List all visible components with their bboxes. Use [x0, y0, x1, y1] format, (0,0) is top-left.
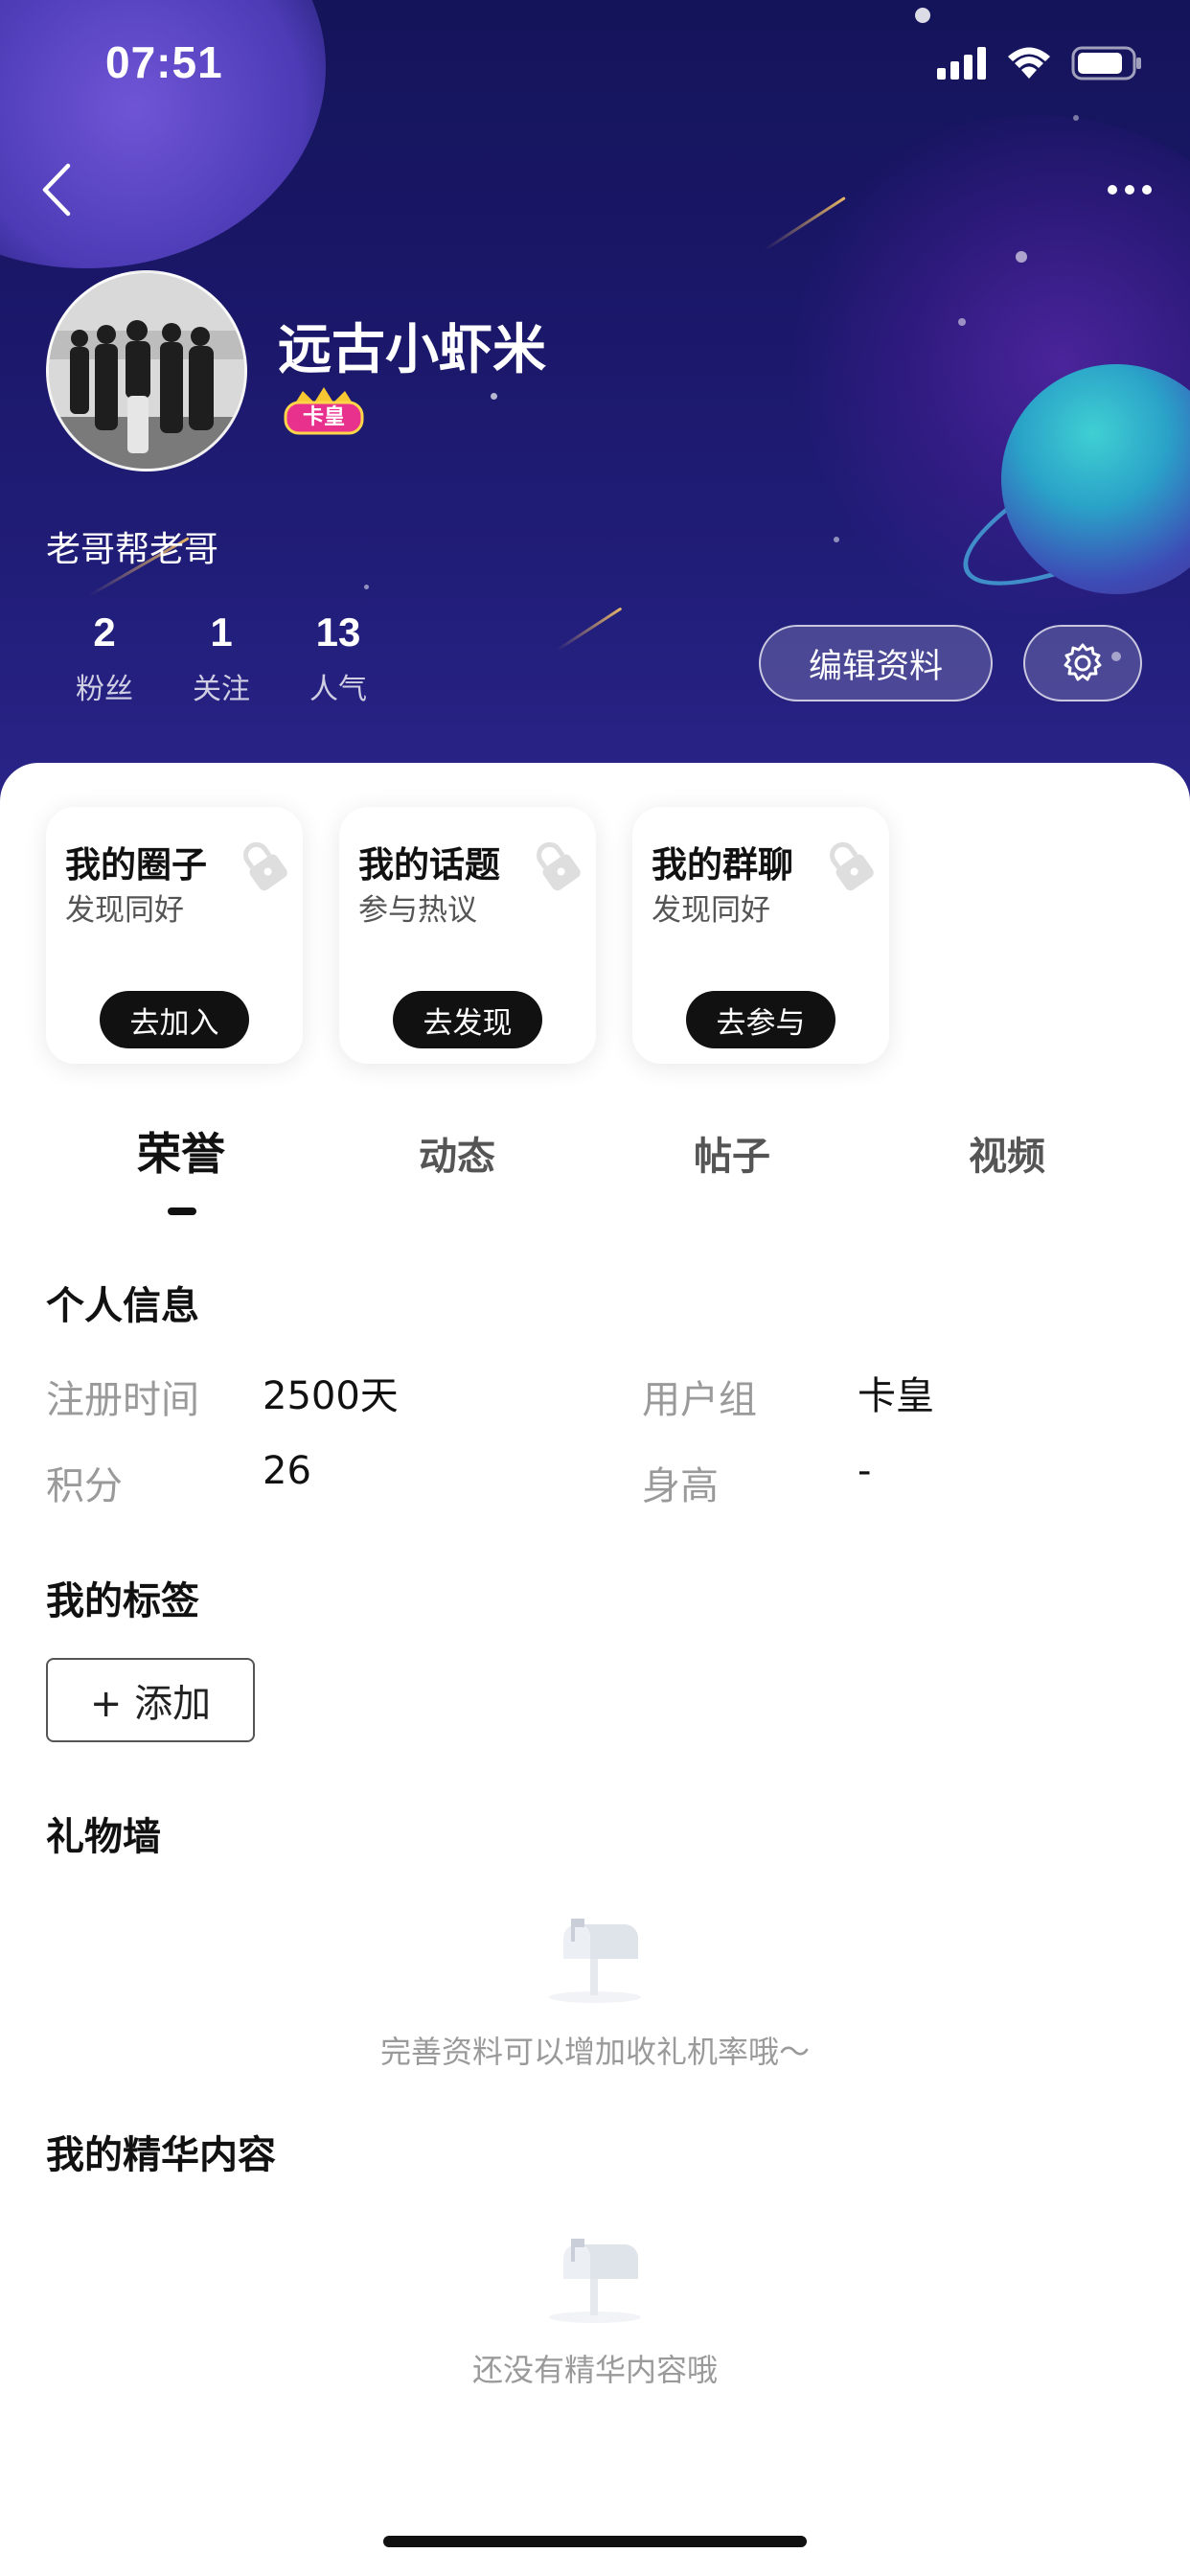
- tab-videos[interactable]: 视频: [911, 1125, 1103, 1181]
- info-label-register-time: 注册时间: [46, 1378, 199, 1422]
- edit-profile-button[interactable]: 编辑资料: [759, 625, 993, 702]
- active-tab-indicator: [168, 1208, 196, 1215]
- lock-icon: [243, 841, 287, 891]
- status-icons: [937, 46, 1142, 80]
- content-panel: 我的圈子 发现同好 去加入 我的话题 参与热议 去发现 我的群聊 发现同好 去参…: [0, 763, 1190, 2576]
- lock-icon: [537, 841, 581, 891]
- featured-empty-text: 还没有精华内容哦: [471, 2352, 718, 2388]
- profile-tabs: 荣誉 动态 帖子 视频: [0, 1125, 1190, 1202]
- gift-wall-title: 礼物墙: [46, 1815, 161, 1859]
- settings-button[interactable]: [1023, 625, 1142, 702]
- info-value-height: -: [858, 1449, 872, 1493]
- info-label-user-group: 用户组: [642, 1378, 757, 1422]
- gear-icon: [1064, 643, 1102, 681]
- card-subtitle: 参与热议: [358, 893, 477, 928]
- badge-label: 卡皇: [302, 405, 345, 429]
- info-value-register-time: 2500天: [263, 1374, 399, 1418]
- card-subtitle: 发现同好: [652, 893, 770, 928]
- info-label-height: 身高: [642, 1464, 719, 1508]
- card-my-circles[interactable]: 我的圈子 发现同好 去加入: [46, 807, 303, 1064]
- stat-label: 粉丝: [76, 673, 133, 706]
- my-tags-title: 我的标签: [46, 1579, 199, 1623]
- tab-activity[interactable]: 动态: [361, 1125, 553, 1181]
- discover-topics-button[interactable]: 去发现: [393, 991, 542, 1048]
- info-label-points: 积分: [46, 1464, 123, 1508]
- stat-label: 关注: [193, 673, 250, 706]
- profile-page: 07:51 远古小虾米 卡皇 老哥帮老哥 2 粉丝 1 关注 13 人气 编辑资…: [0, 0, 1190, 2576]
- username: 远古小虾米: [278, 319, 546, 381]
- home-indicator[interactable]: [383, 2536, 807, 2547]
- card-title: 我的群聊: [652, 844, 793, 886]
- stat-value: 13: [315, 610, 361, 655]
- more-dots-icon: [1108, 185, 1152, 195]
- avatar-photo: [49, 273, 244, 469]
- stat-label: 人气: [309, 673, 367, 706]
- gift-wall-empty-text: 完善资料可以增加收礼机率哦～: [379, 2034, 810, 2070]
- avatar[interactable]: [46, 270, 247, 472]
- more-options-button[interactable]: [1096, 163, 1163, 217]
- stat-following[interactable]: 1 关注: [163, 610, 280, 707]
- stat-popularity[interactable]: 13 人气: [280, 610, 397, 707]
- mailbox-icon: [549, 2239, 641, 2323]
- card-title: 我的话题: [358, 844, 500, 886]
- info-value-user-group: 卡皇: [858, 1374, 934, 1418]
- cellular-signal-icon: [937, 47, 986, 80]
- tab-honor[interactable]: 荣誉: [85, 1119, 277, 1183]
- stat-value: 2: [93, 610, 116, 655]
- add-tag-button[interactable]: + 添加: [46, 1658, 255, 1742]
- profile-bio: 老哥帮老哥: [46, 530, 219, 569]
- profile-stats: 2 粉丝 1 关注 13 人气: [46, 610, 397, 707]
- card-my-group-chats[interactable]: 我的群聊 发现同好 去参与: [632, 807, 889, 1064]
- card-title: 我的圈子: [65, 844, 207, 886]
- chevron-left-icon: [42, 163, 71, 217]
- join-group-chat-button[interactable]: 去参与: [686, 991, 835, 1048]
- featured-content-title: 我的精华内容: [46, 2133, 276, 2177]
- mailbox-icon: [549, 1919, 641, 2003]
- feature-cards: 我的圈子 发现同好 去加入 我的话题 参与热议 去发现 我的群聊 发现同好 去参…: [46, 807, 889, 1064]
- battery-icon: [1071, 46, 1141, 80]
- card-subtitle: 发现同好: [65, 893, 184, 928]
- wifi-icon: [1008, 47, 1050, 79]
- info-value-points: 26: [263, 1449, 311, 1493]
- lock-icon: [830, 841, 874, 891]
- stat-value: 1: [210, 610, 233, 655]
- tab-posts[interactable]: 帖子: [636, 1125, 828, 1181]
- join-circle-button[interactable]: 去加入: [100, 991, 249, 1048]
- member-badge: 卡皇: [280, 385, 368, 437]
- card-my-topics[interactable]: 我的话题 参与热议 去发现: [339, 807, 596, 1064]
- back-button[interactable]: [27, 153, 84, 226]
- status-time: 07:51: [105, 37, 223, 87]
- personal-info-title: 个人信息: [46, 1284, 199, 1328]
- stat-fans[interactable]: 2 粉丝: [46, 610, 163, 707]
